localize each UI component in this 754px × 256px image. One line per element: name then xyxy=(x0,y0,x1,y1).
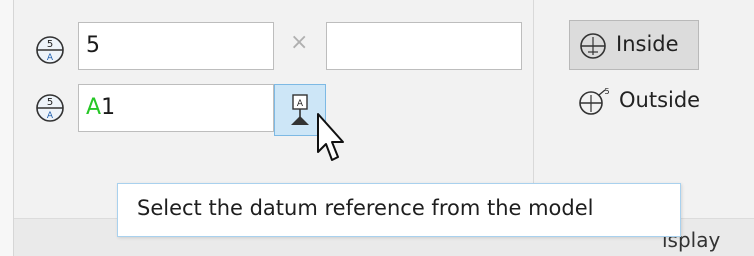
svg-text:A: A xyxy=(47,53,54,63)
datum-target-inside-icon xyxy=(580,33,606,59)
datum-target-outside-icon: 5 xyxy=(579,87,610,115)
times-separator: × xyxy=(290,30,309,55)
tooltip-text: Select the datum reference from the mode… xyxy=(137,196,594,220)
datum-reference-field[interactable]: A1 xyxy=(78,84,274,132)
outside-button[interactable]: 5 Outside xyxy=(575,82,735,122)
svg-text:5: 5 xyxy=(604,87,609,96)
tooltip: Select the datum reference from the mode… xyxy=(117,183,681,237)
svg-text:A: A xyxy=(297,99,304,109)
datum-target-icon: 5 A xyxy=(36,36,64,64)
datum-reference-number: 1 xyxy=(101,95,116,120)
datum-reference-letter: A xyxy=(86,95,102,120)
panel-left-edge xyxy=(0,0,14,256)
inside-button[interactable]: Inside xyxy=(569,20,699,70)
mouse-pointer-icon xyxy=(317,113,344,161)
datum-target-icon: 5 A xyxy=(36,94,64,122)
datum-target-size-field[interactable]: 5 xyxy=(78,22,274,70)
svg-text:5: 5 xyxy=(47,39,53,50)
svg-text:A: A xyxy=(47,111,54,121)
datum-target-size-value: 5 xyxy=(86,33,100,58)
ribbon-panel: 5 A 5 × 5 A A1 A Inside 5 Outside isplay… xyxy=(0,0,754,256)
inside-label: Inside xyxy=(616,32,679,56)
datum-target-second-size-field[interactable] xyxy=(326,22,522,70)
outside-label: Outside xyxy=(619,88,701,112)
svg-text:5: 5 xyxy=(47,97,53,108)
